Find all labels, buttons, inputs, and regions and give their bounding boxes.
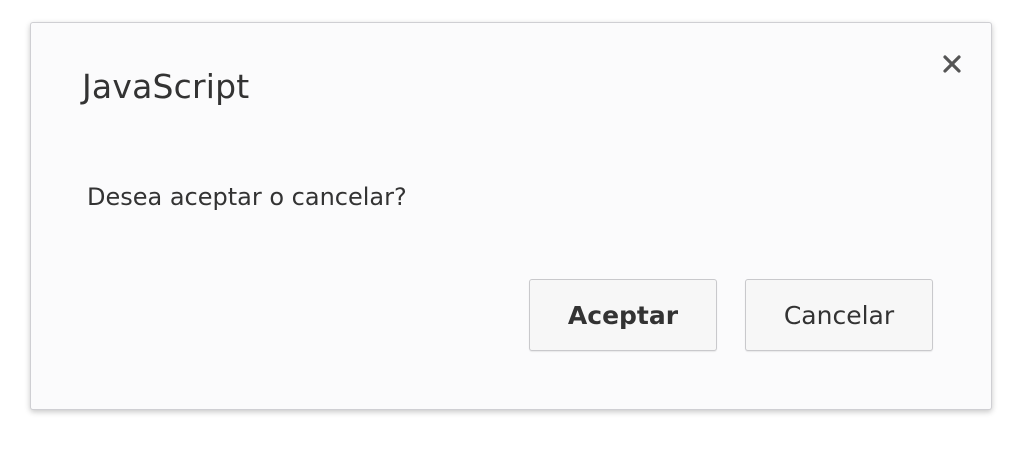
accept-button[interactable]: Aceptar <box>529 279 717 351</box>
dialog-message: Desea aceptar o cancelar? <box>87 183 407 211</box>
close-icon <box>942 54 962 74</box>
cancel-button[interactable]: Cancelar <box>745 279 933 351</box>
javascript-dialog: JavaScript Desea aceptar o cancelar? Ace… <box>30 22 992 410</box>
close-button[interactable] <box>937 49 967 79</box>
dialog-title: JavaScript <box>82 67 250 106</box>
